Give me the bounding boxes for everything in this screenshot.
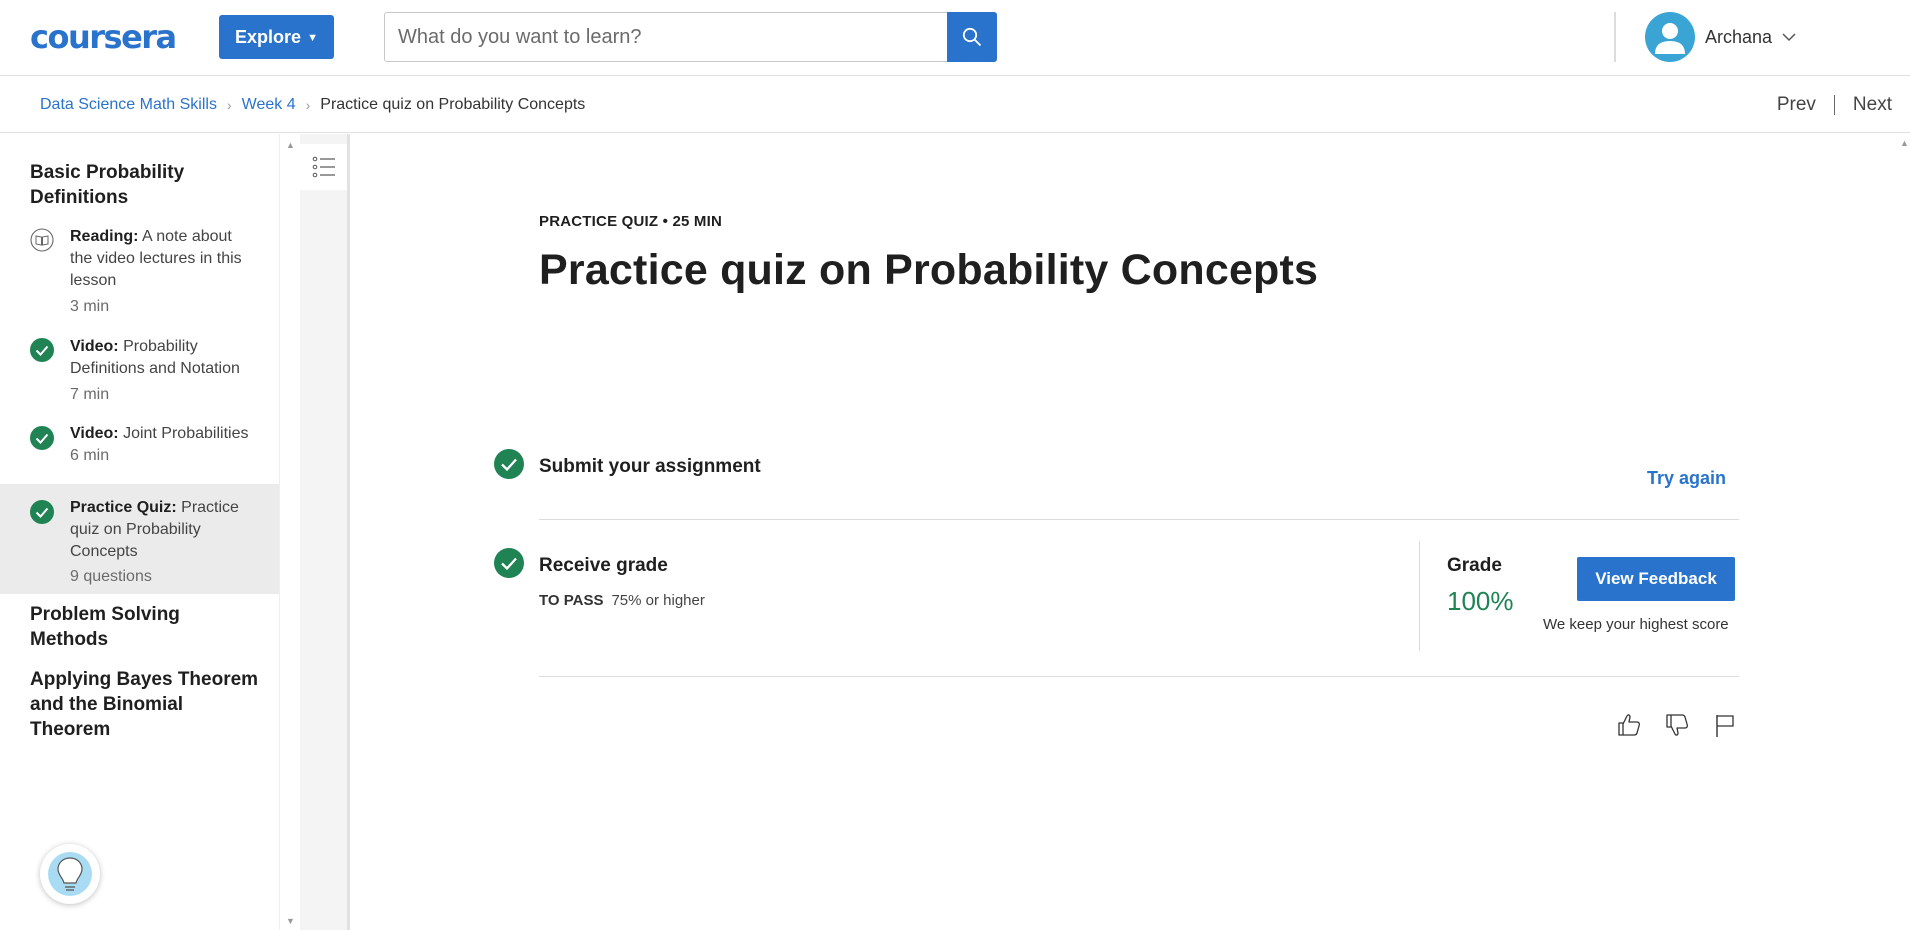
- search-input[interactable]: [385, 13, 947, 61]
- page-title: Practice quiz on Probability Concepts: [539, 246, 1319, 294]
- user-icon: [1655, 23, 1685, 54]
- lesson-duration: 3 min: [70, 298, 110, 315]
- lesson-type: Reading:: [70, 228, 139, 245]
- page-scrollbar[interactable]: ▲: [1898, 134, 1910, 930]
- to-pass-value: 75% or higher: [611, 592, 705, 609]
- scroll-up-icon[interactable]: ▲: [1900, 138, 1909, 148]
- top-header: coursera Explore ▼ Archana: [0, 0, 1910, 76]
- explore-button[interactable]: Explore ▼: [219, 15, 334, 59]
- lesson-text: Video: Joint Probabilities: [70, 423, 255, 445]
- list-icon: [312, 156, 335, 178]
- explore-label: Explore: [235, 26, 302, 47]
- grade-value: 100%: [1447, 586, 1514, 616]
- item-meta: PRACTICE QUIZ • 25 MIN: [539, 213, 723, 230]
- sidebar-item-video-definitions[interactable]: Video: Probability Definitions and Notat…: [0, 336, 279, 426]
- sidebar-section-bayes[interactable]: Applying Bayes Theorem and the Binomial …: [30, 667, 260, 742]
- breadcrumb-week[interactable]: Week 4: [242, 96, 296, 114]
- prev-next-nav: Prev Next: [1777, 94, 1892, 116]
- sidebar-item-reading[interactable]: Reading: A note about the video lectures…: [0, 226, 279, 336]
- check-circle-icon: [30, 426, 54, 450]
- divider: [539, 676, 1739, 677]
- lesson-title: Joint Probabilities: [123, 425, 249, 442]
- breadcrumb-bar: Data Science Math Skills › Week 4 › Prac…: [0, 77, 1910, 133]
- check-circle-icon: [494, 548, 524, 578]
- search-bar: [384, 12, 997, 62]
- breadcrumb-course[interactable]: Data Science Math Skills: [40, 96, 217, 114]
- chevron-right-icon: ›: [305, 97, 311, 113]
- lesson-text: Practice Quiz: Practice quiz on Probabil…: [70, 497, 255, 563]
- lesson-type: Video:: [70, 425, 119, 442]
- chevron-down-icon: ▼: [307, 32, 318, 44]
- lesson-duration: 7 min: [70, 386, 110, 403]
- main-content: PRACTICE QUIZ • 25 MIN Practice quiz on …: [353, 134, 1910, 930]
- lesson-duration: 9 questions: [70, 568, 152, 585]
- try-again-link[interactable]: Try again: [1647, 468, 1726, 489]
- nav-divider: [1833, 95, 1835, 115]
- next-link[interactable]: Next: [1853, 94, 1892, 116]
- sidebar-scrollbar[interactable]: ▲ ▼: [279, 134, 300, 930]
- lesson-text: Video: Probability Definitions and Notat…: [70, 336, 255, 380]
- avatar: [1645, 12, 1695, 62]
- scroll-up-icon[interactable]: ▲: [286, 140, 295, 150]
- lesson-text: Reading: A note about the video lectures…: [70, 226, 255, 292]
- chevron-right-icon: ›: [226, 97, 232, 113]
- sidebar: Basic Probability Definitions Reading: A…: [0, 134, 279, 930]
- check-circle-icon: [30, 500, 54, 524]
- header-divider: [1614, 12, 1616, 62]
- breadcrumb: Data Science Math Skills › Week 4 › Prac…: [40, 96, 585, 114]
- search-button[interactable]: [947, 12, 997, 62]
- lightbulb-icon: [48, 852, 92, 896]
- prev-link[interactable]: Prev: [1777, 94, 1816, 116]
- divider: [539, 519, 1739, 520]
- feedback-icons: [1616, 712, 1738, 738]
- user-name: Archana: [1705, 26, 1773, 47]
- highest-score-note: We keep your highest score: [1543, 616, 1729, 633]
- toc-column: [300, 134, 350, 930]
- chevron-down-icon: [1782, 33, 1796, 42]
- thumbs-down-icon[interactable]: [1664, 712, 1690, 738]
- coursera-logo[interactable]: coursera: [30, 18, 177, 56]
- receive-grade-label: Receive grade: [539, 555, 668, 576]
- flag-icon[interactable]: [1712, 712, 1738, 738]
- sidebar-section-problem-solving[interactable]: Problem Solving Methods: [30, 602, 210, 652]
- tips-button[interactable]: [40, 844, 100, 904]
- lesson-type: Video:: [70, 338, 119, 355]
- submit-assignment-label: Submit your assignment: [539, 456, 761, 477]
- breadcrumb-current: Practice quiz on Probability Concepts: [320, 96, 586, 113]
- thumbs-up-icon[interactable]: [1616, 712, 1642, 738]
- scroll-down-icon[interactable]: ▼: [286, 916, 295, 926]
- passing-requirement: TO PASS 75% or higher: [539, 592, 705, 609]
- check-circle-icon: [30, 338, 54, 362]
- lesson-type: Practice Quiz:: [70, 499, 177, 516]
- lesson-duration: 6 min: [70, 447, 110, 464]
- check-circle-icon: [494, 449, 524, 479]
- toc-toggle-button[interactable]: [300, 144, 347, 190]
- book-icon: [30, 228, 54, 252]
- search-icon: [962, 27, 982, 47]
- view-feedback-button[interactable]: View Feedback: [1577, 557, 1735, 601]
- to-pass-label: TO PASS: [539, 592, 604, 609]
- sidebar-item-practice-quiz[interactable]: Practice Quiz: Practice quiz on Probabil…: [0, 484, 279, 594]
- vertical-divider: [1419, 541, 1420, 651]
- grade-label: Grade: [1447, 555, 1502, 576]
- sidebar-section-basic-probability[interactable]: Basic Probability Definitions: [30, 160, 230, 210]
- user-menu[interactable]: Archana: [1645, 12, 1796, 62]
